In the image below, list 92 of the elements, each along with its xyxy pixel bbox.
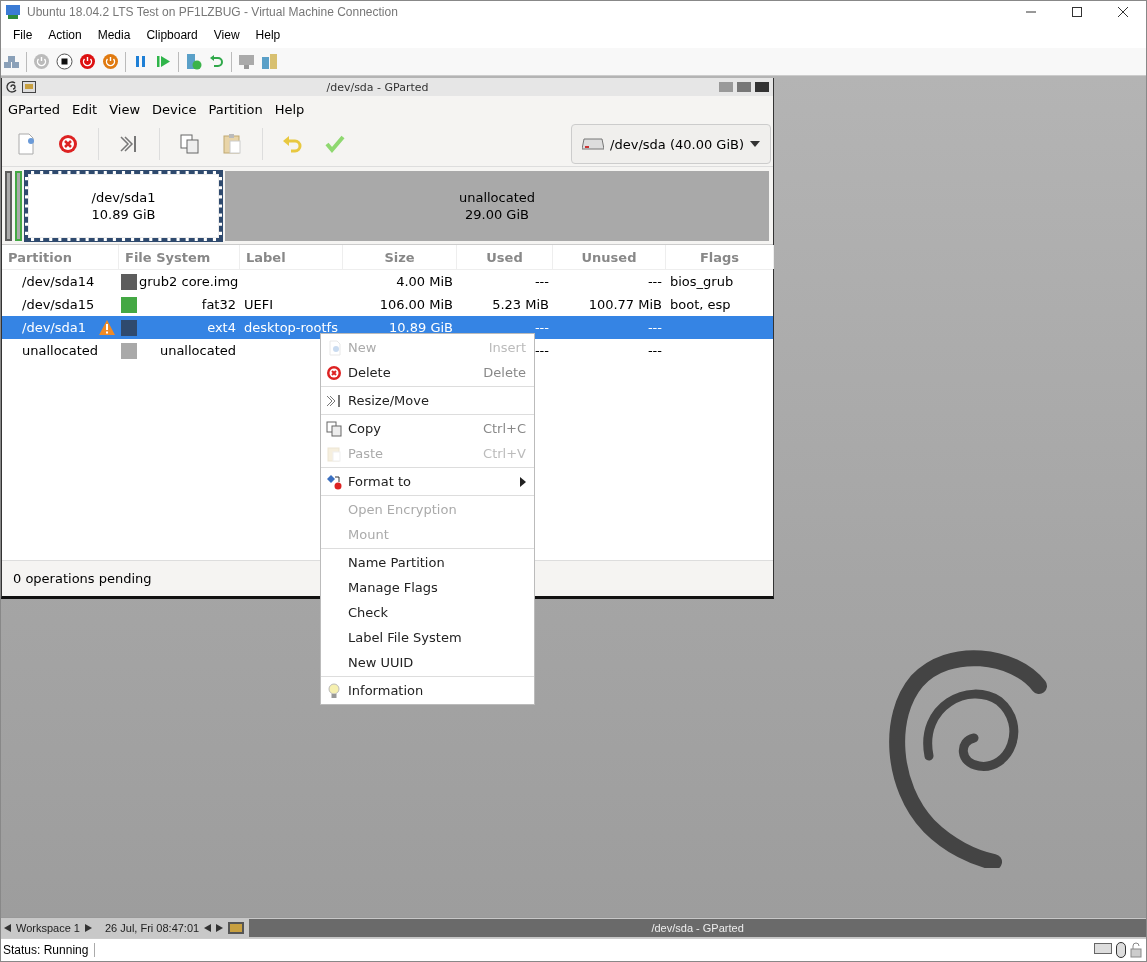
file-system-cell-text: fat32 <box>200 297 236 312</box>
partition-block[interactable]: unallocated 29.00 GiB <box>225 171 769 241</box>
menu-item[interactable]: Delete Delete <box>321 360 534 385</box>
menu-item[interactable]: Partition <box>202 101 269 117</box>
monitor-icon <box>5 3 21 20</box>
menu-item[interactable]: Media <box>89 28 139 42</box>
menu-item[interactable]: GParted <box>2 101 66 117</box>
menu-item[interactable]: Help <box>247 28 289 42</box>
menu-item[interactable]: Information <box>321 678 534 703</box>
lightbulb-icon <box>326 682 342 699</box>
close-icon <box>1118 6 1128 17</box>
menu-item[interactable]: Clipboard <box>138 28 206 42</box>
menu-item[interactable]: Manage Flags <box>321 575 534 600</box>
stop-icon[interactable] <box>56 53 73 70</box>
partition-bar[interactable] <box>5 171 12 241</box>
column-header[interactable]: Flags <box>666 245 774 269</box>
unused-cell: 100.77 MiB <box>588 297 662 312</box>
menu-item[interactable]: View <box>103 101 147 117</box>
resize-icon <box>326 392 342 409</box>
window-title: /dev/sda - GParted <box>325 80 430 94</box>
maximize-icon <box>1072 6 1082 17</box>
menu-item[interactable]: Name Partition <box>321 550 534 575</box>
window-title: Ubuntu 18.04.2 LTS Test on PF1LZBUG - Virtual Machine Connection <box>27 4 399 19</box>
size-cell: 4.00 MiB <box>396 274 453 289</box>
monitor-icon <box>22 81 36 93</box>
partition-block[interactable]: /dev/sda1 10.89 GiB <box>25 171 222 241</box>
unused-cell: --- <box>647 343 662 358</box>
column-header[interactable]: File System <box>119 245 240 269</box>
arrow-left-icon[interactable] <box>4 924 11 932</box>
flags-cell: bios_grub <box>670 274 734 289</box>
arrow-right-icon[interactable] <box>216 924 224 932</box>
paste-icon[interactable] <box>220 132 244 156</box>
column-header[interactable]: Unused <box>553 245 666 269</box>
label-cell: UEFI <box>244 297 274 312</box>
clock: 26 Jul, Fri 08:47:01 <box>105 922 200 934</box>
mouse-icon <box>1116 942 1126 958</box>
new-document-icon <box>326 339 342 356</box>
used-cell: --- <box>534 343 549 358</box>
copy-icon[interactable] <box>178 132 202 156</box>
menu-item[interactable]: Format to <box>321 469 534 494</box>
menu-item[interactable]: Label File System <box>321 625 534 650</box>
menu-item[interactable]: File <box>5 28 41 42</box>
used-cell: --- <box>534 320 549 335</box>
taskbar-task[interactable]: /dev/sda - GParted <box>249 919 1146 937</box>
menu-item[interactable]: View <box>205 28 248 42</box>
menu-item[interactable]: Resize/Move <box>321 388 534 413</box>
file-system-cell-text: unallocated <box>158 343 236 358</box>
workspace-label: Workspace 1 <box>16 922 80 934</box>
unused-cell: --- <box>647 274 662 289</box>
status-text: Status: Running <box>1 943 96 957</box>
file-system-cell: grub2 core.img <box>139 274 239 289</box>
partition-cell: /dev/sda14 <box>22 274 95 289</box>
arrow-left-icon[interactable] <box>204 924 212 932</box>
flags-cell: boot, esp <box>670 297 731 312</box>
undo-icon[interactable] <box>208 53 225 70</box>
size-cell: 10.89 GiB <box>389 320 453 335</box>
table-row[interactable]: /dev/sda1 ext4 desktop-rootfs 10.89 GiB --- --- <box>2 316 773 339</box>
size-cell: 106.00 MiB <box>379 297 453 312</box>
used-cell: 5.23 MiB <box>492 297 549 312</box>
partition-cell: /dev/sda15 <box>22 297 95 312</box>
monitor-icon <box>228 922 245 934</box>
device-dropdown[interactable]: /dev/sda (40.00 GiB) <box>571 124 771 164</box>
menu-item[interactable]: Edit <box>66 101 104 117</box>
arrow-right-icon[interactable] <box>85 924 92 932</box>
play-icon[interactable] <box>155 53 172 70</box>
menu-item[interactable]: Action <box>40 28 90 42</box>
menu-item[interactable]: New UUID <box>321 650 534 675</box>
file-system-cell-text: ext4 <box>206 320 236 335</box>
caret-icon <box>750 141 760 147</box>
unused-cell: --- <box>647 320 662 335</box>
power-icon[interactable] <box>102 53 119 70</box>
lock-icon <box>1130 942 1142 958</box>
paste-icon <box>326 445 342 462</box>
column-header[interactable]: Partition <box>2 245 119 269</box>
spiral-icon <box>6 81 18 93</box>
menu-item[interactable]: Help <box>268 101 311 117</box>
column-header[interactable]: Used <box>457 245 553 269</box>
copy-icon <box>326 420 342 437</box>
column-header[interactable]: Label <box>240 245 343 269</box>
menu-item[interactable]: Device <box>146 101 203 117</box>
menu-item[interactable]: Copy Ctrl+C <box>321 416 534 441</box>
menu-item[interactable]: Check <box>321 600 534 625</box>
partition-cell: unallocated <box>22 343 99 358</box>
delete-icon <box>326 364 342 381</box>
format-icon <box>326 473 342 490</box>
column-header[interactable]: Size <box>343 245 457 269</box>
status-text: 0 operations pending <box>13 571 152 586</box>
used-cell: --- <box>534 274 549 289</box>
partition-cell: /dev/sda1 <box>22 320 86 335</box>
delete-icon[interactable] <box>56 132 80 156</box>
label-cell: desktop-rootfs <box>244 320 338 335</box>
power-icon[interactable] <box>79 53 96 70</box>
